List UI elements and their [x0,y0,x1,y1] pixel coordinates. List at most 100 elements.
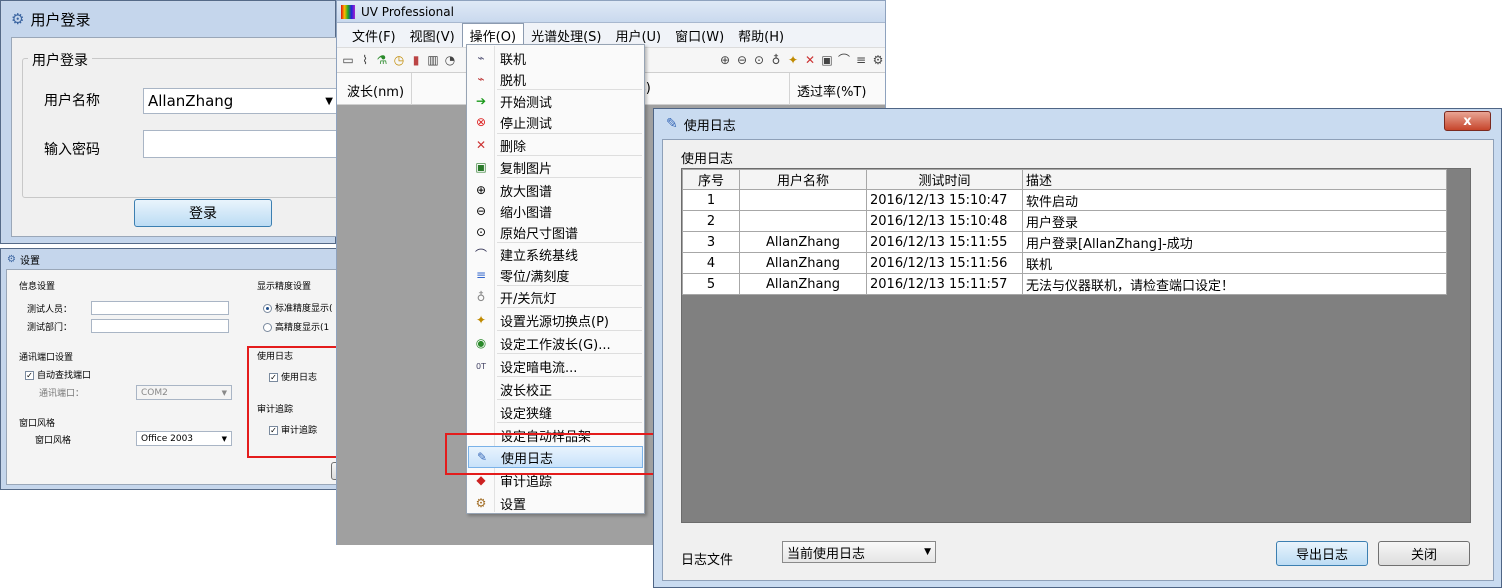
zoom-in-icon[interactable]: ⊕ [718,53,732,67]
zero-icon: ≡ [475,268,487,282]
menu-item-settings[interactable]: ⚙ 设置 [468,492,643,514]
column-divider [789,73,790,105]
cell-user [739,189,867,211]
lamp-icon[interactable]: ♁ [769,53,783,67]
precision-high-option[interactable]: 高精度显示(1 [263,320,329,333]
menu-separator [497,399,642,400]
bar-chart-icon[interactable]: ▥ [426,53,440,67]
checkbox-checked-icon[interactable]: ✓ [25,371,34,380]
menu-item-baseline[interactable]: ⌒ 建立系统基线 [468,243,643,265]
menu-item-zero[interactable]: ≡ 零位/满刻度 [468,264,643,286]
menu-item-zoom-out[interactable]: ⊖ 缩小图谱 [468,200,643,222]
zero-icon[interactable]: ≡ [854,53,868,67]
menu-item-label: 设定暗电流... [500,360,578,376]
radio-unchecked-icon[interactable] [263,323,272,332]
menu-separator [497,353,642,354]
menu-file[interactable]: 文件(F) [345,24,403,47]
menu-item-wavelength-calibration[interactable]: 波长校正 [468,378,643,400]
login-titlebar[interactable]: ⚙ 用户登录 [1,1,335,37]
stop-icon: ⊗ [475,115,487,129]
log-app-icon: ✎ [666,116,678,132]
chart-icon[interactable]: ⌇ [358,53,372,67]
menu-item-zoom-reset[interactable]: ⊙ 原始尺寸图谱 [468,221,643,243]
menu-item-zoom-in[interactable]: ⊕ 放大图谱 [468,179,643,201]
new-file-icon[interactable]: ▭ [341,53,355,67]
menu-item-label: 设定工作波长(G)... [500,337,611,353]
precision-standard-option[interactable]: 标准精度显示( [263,301,333,314]
menu-separator [497,307,642,308]
password-input[interactable] [143,130,338,158]
export-log-button[interactable]: 导出日志 [1276,541,1368,566]
menu-item-slit[interactable]: 设定狭缝 [468,401,643,423]
cell-index: 1 [682,189,740,211]
clock-icon[interactable]: ◷ [392,53,406,67]
light-switch-icon[interactable]: ✦ [786,53,800,67]
menu-window[interactable]: 窗口(W) [668,24,731,47]
menu-item-lamp[interactable]: ♁ 开/关氘灯 [468,286,643,308]
menu-view[interactable]: 视图(V) [403,24,462,47]
close-button[interactable]: 关闭 [1378,541,1470,566]
tester-input[interactable] [91,301,229,315]
zoom-reset-icon[interactable]: ⊙ [752,53,766,67]
settings-titlebar[interactable]: ⚙ 设置 [1,249,337,269]
table-row[interactable]: 2 2016/12/13 15:10:48 用户登录 [682,210,1447,232]
close-icon[interactable]: x [1444,111,1491,131]
login-app-icon: ⚙ [11,10,25,28]
menu-item-light-switch[interactable]: ✦ 设置光源切换点(P) [468,309,643,331]
tester-label: 测试人员： [27,305,73,315]
chevron-down-icon[interactable]: ▼ [222,435,227,443]
table-row[interactable]: 4 AllanZhang 2016/12/13 15:11:56 联机 [682,252,1447,274]
chevron-down-icon[interactable]: ▼ [924,547,931,557]
dept-input[interactable] [91,319,229,333]
username-combo[interactable]: AllanZhang ▼ [143,88,338,114]
login-client: 用户登录 用户名称 AllanZhang ▼ 输入密码 登录 [11,37,342,237]
table-row[interactable]: 5 AllanZhang 2016/12/13 15:11:57 无法与仪器联机… [682,273,1447,295]
log-titlebar[interactable]: ✎ 使用日志 [654,109,1501,139]
port-value: COM2 [141,387,168,398]
login-button[interactable]: 登录 [134,199,272,227]
highlight-box-menu [445,433,655,475]
menu-item-stop-test[interactable]: ⊗ 停止测试 [468,111,643,133]
cell-user: AllanZhang [739,231,867,253]
zoom-out-icon[interactable]: ⊖ [735,53,749,67]
column-header-description[interactable]: 描述 [1022,169,1447,190]
settings-icon[interactable]: ⚙ [871,53,885,67]
chevron-down-icon[interactable]: ▼ [325,96,333,107]
menu-item-wavelength[interactable]: ◉ 设定工作波长(G)... [468,332,643,354]
radio-checked-icon[interactable] [263,304,272,313]
baseline-icon[interactable]: ⌒ [837,53,851,67]
wavelength-column[interactable]: 波长(nm) [347,81,404,100]
lamp-icon: ♁ [476,290,486,304]
uv-titlebar[interactable]: UV Professional [337,1,885,23]
menu-item-copy-image[interactable]: ▣ 复制图片 [468,156,643,178]
cell-description: 用户登录[AllanZhang]-成功 [1022,231,1447,253]
copy-image-icon[interactable]: ▣ [820,53,834,67]
delete-icon[interactable]: ✕ [803,53,817,67]
transmittance-column[interactable]: 透过率(%T) [797,81,866,100]
table-row[interactable]: 1 2016/12/13 15:10:47 软件启动 [682,189,1447,211]
log-file-combo[interactable]: 当前使用日志 ▼ [782,541,936,563]
style-combo[interactable]: Office 2003 ▼ [136,431,232,446]
password-label: 输入密码 [44,142,100,158]
menu-item-delete[interactable]: ✕ 删除 [468,134,643,156]
menu-item-connect[interactable]: ⌁ 联机 [468,47,643,69]
column-header-time[interactable]: 测试时间 [866,169,1023,190]
menu-item-label: 删除 [500,139,527,155]
spectrum-icon[interactable]: ▮ [409,53,423,67]
wavelength-icon: ◉ [475,336,487,350]
chevron-down-icon[interactable]: ▼ [222,389,227,397]
flask-icon[interactable]: ⚗ [375,53,389,67]
column-header-index[interactable]: 序号 [682,169,740,190]
port-label: 通讯端口： [39,389,85,399]
menu-item-label: 开始测试 [500,95,553,111]
table-row[interactable]: 3 AllanZhang 2016/12/13 15:11:55 用户登录[Al… [682,231,1447,253]
tool-icon[interactable]: ◔ [443,53,457,67]
menu-item-label: 缩小图谱 [500,205,553,221]
port-combo[interactable]: COM2 ▼ [136,385,232,400]
menu-item-dark-current[interactable]: 0T 设定暗电流... [468,355,643,377]
menu-item-start-test[interactable]: ➔ 开始测试 [468,90,643,112]
column-header-user[interactable]: 用户名称 [739,169,867,190]
auto-find-port-checkbox[interactable]: ✓ 自动查找端口 [25,368,91,381]
menu-item-disconnect[interactable]: ⌁ 脱机 [468,68,643,90]
menu-help[interactable]: 帮助(H) [731,24,791,47]
